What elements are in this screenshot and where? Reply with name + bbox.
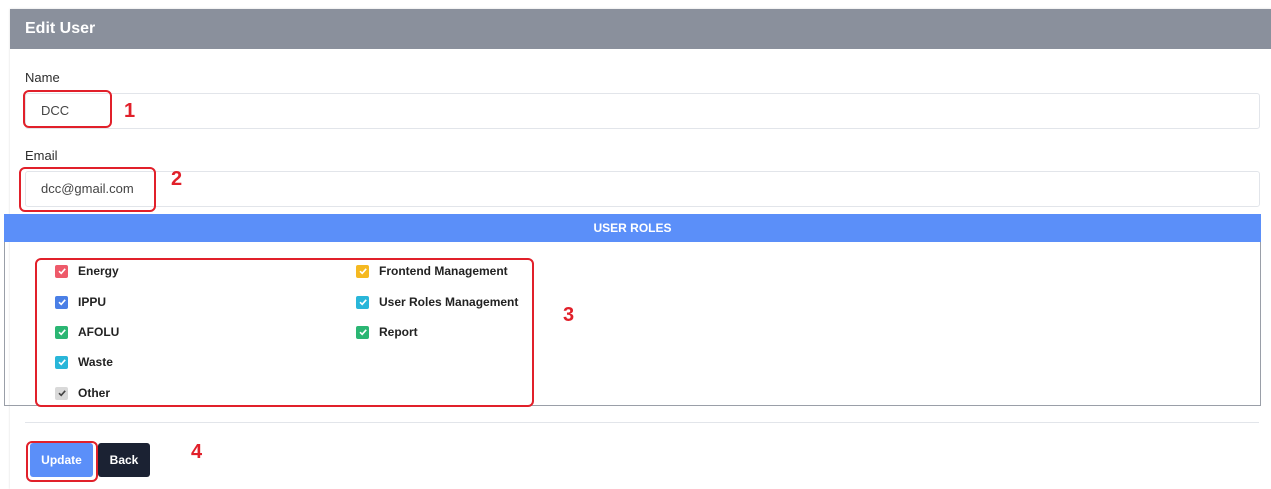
annotation-box-4 — [26, 441, 98, 482]
annotation-number-1: 1 — [124, 100, 136, 122]
annotation-box-3 — [35, 258, 534, 407]
annotation-number-4: 4 — [191, 441, 203, 463]
form-divider — [25, 422, 1259, 423]
annotation-box-2 — [19, 167, 156, 212]
email-label: Email — [25, 148, 58, 163]
name-label: Name — [25, 70, 60, 85]
annotation-number-3: 3 — [563, 304, 575, 326]
card-title: Edit User — [10, 9, 1271, 49]
annotation-number-2: 2 — [171, 168, 183, 190]
user-roles-title: USER ROLES — [4, 214, 1261, 242]
name-input[interactable]: DCC — [25, 93, 1260, 129]
back-button[interactable]: Back — [98, 443, 150, 477]
annotation-box-1 — [23, 90, 112, 128]
email-input[interactable]: dcc@gmail.com — [25, 171, 1260, 207]
